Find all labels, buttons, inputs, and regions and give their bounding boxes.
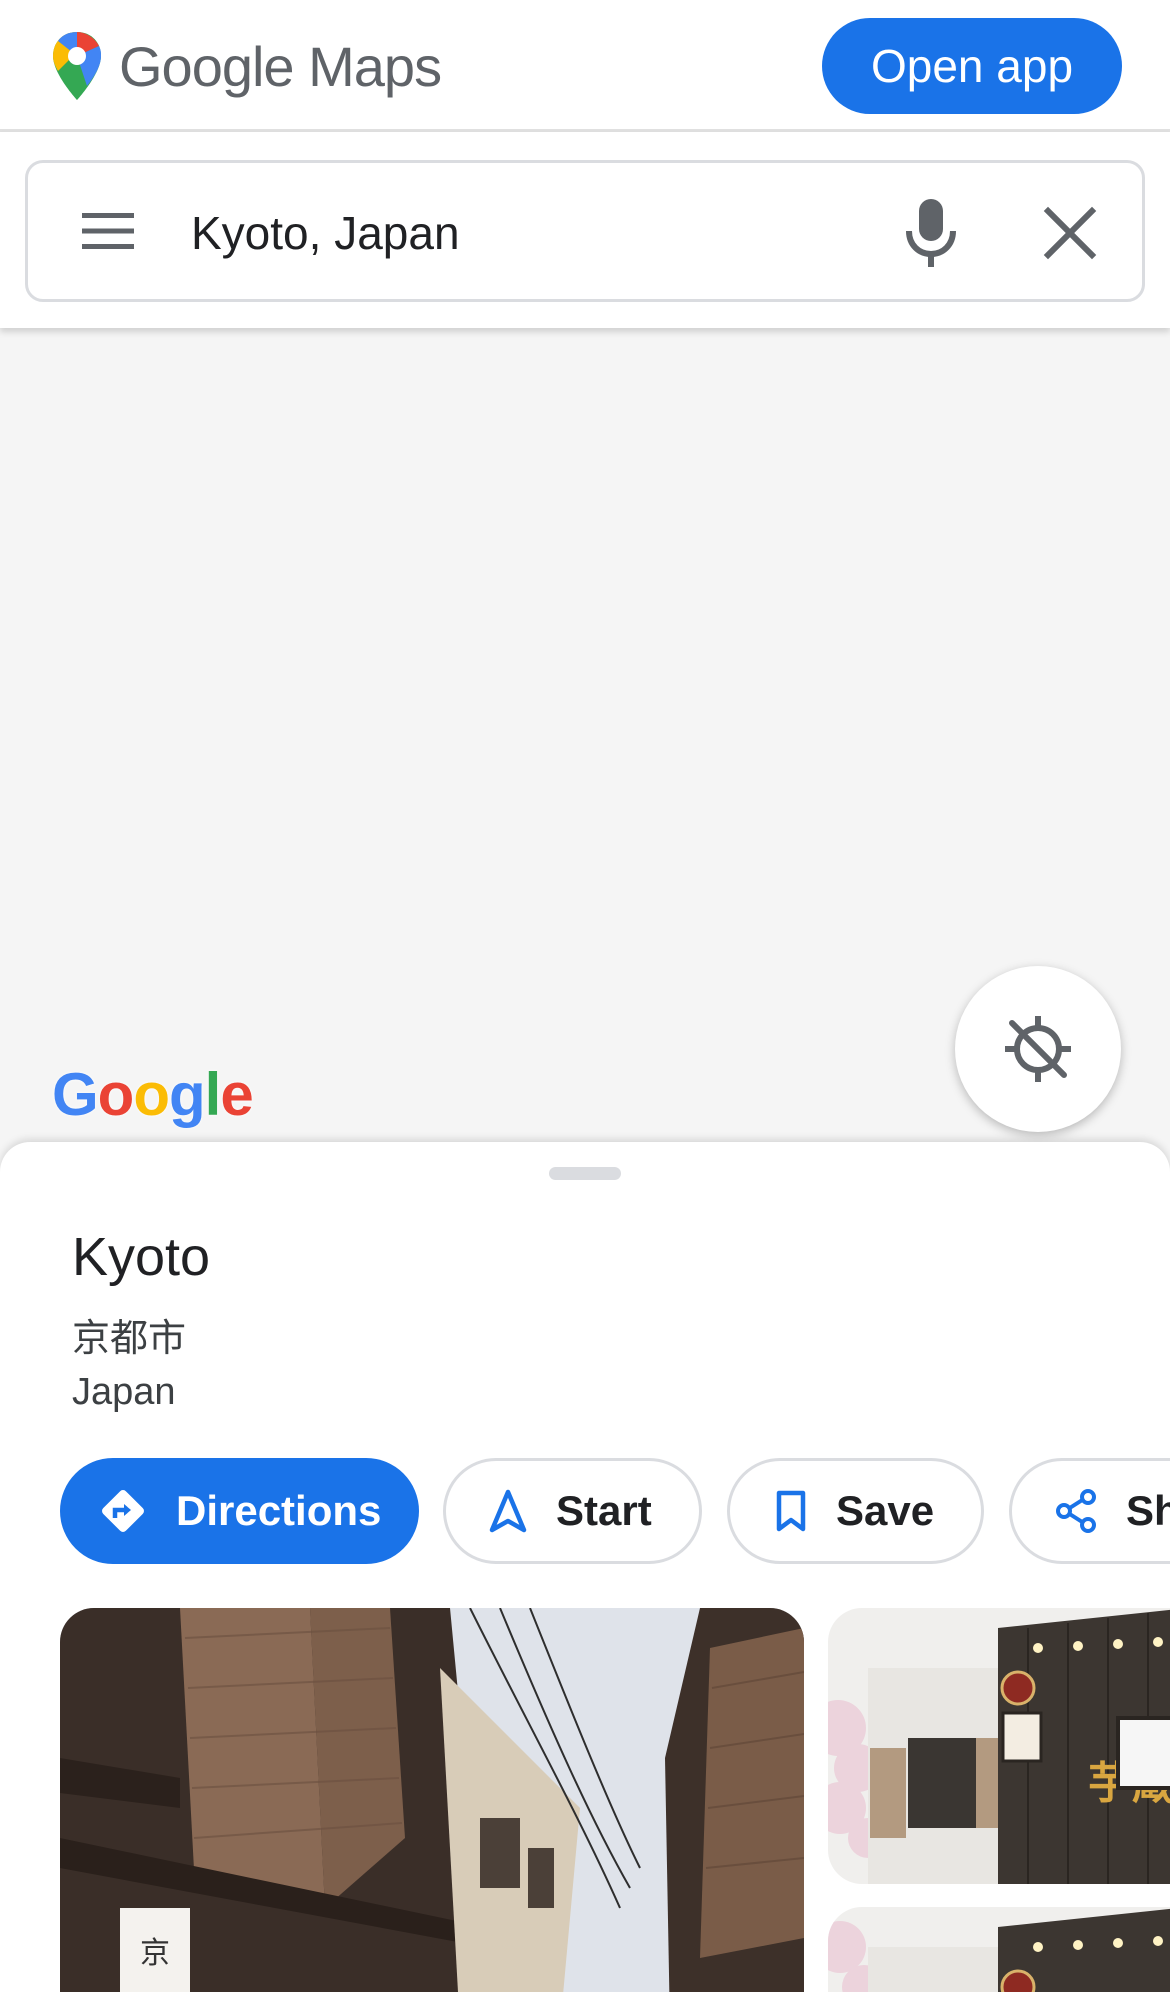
search-area	[0, 132, 1170, 328]
share-label: Share	[1126, 1487, 1170, 1534]
navigation-arrow-icon	[489, 1489, 527, 1533]
place-local-name: 京都市	[72, 1318, 187, 1360]
map-canvas[interactable]: Google	[0, 328, 1170, 1148]
brand-name: Google Maps	[119, 35, 442, 98]
place-photo-3[interactable]	[828, 1907, 1170, 1992]
directions-icon	[102, 1490, 144, 1532]
start-label: Start	[556, 1487, 652, 1534]
search-input[interactable]	[191, 193, 851, 273]
place-bottom-sheet: Kyoto 京都市 Japan Directions Start Save Sh…	[0, 1142, 1170, 1992]
my-location-button[interactable]	[955, 966, 1121, 1132]
search-box	[25, 160, 1145, 302]
place-photo-main[interactable]: 京	[60, 1608, 804, 1992]
share-button[interactable]: Share	[1009, 1458, 1170, 1564]
place-title: Kyoto	[72, 1227, 211, 1287]
open-app-button[interactable]: Open app	[822, 18, 1122, 114]
place-country: Japan	[72, 1371, 176, 1413]
restaurant-photo: 芋蔵	[828, 1608, 1170, 1884]
google-watermark: Google	[52, 1061, 254, 1128]
app-header: Google Maps Open app	[0, 0, 1170, 132]
street-photo: 京	[60, 1608, 804, 1992]
microphone-icon[interactable]	[896, 195, 966, 271]
restaurant-photo-2	[828, 1907, 1170, 1992]
save-label: Save	[836, 1487, 935, 1534]
hamburger-menu-icon[interactable]	[78, 205, 138, 257]
sheet-drag-handle[interactable]	[549, 1167, 621, 1180]
directions-label: Directions	[176, 1487, 382, 1534]
start-button[interactable]: Start	[443, 1458, 702, 1564]
share-icon	[1056, 1489, 1096, 1533]
save-button[interactable]: Save	[727, 1458, 984, 1564]
close-icon[interactable]	[1038, 201, 1102, 265]
bookmark-icon	[776, 1490, 806, 1532]
place-photo-2[interactable]: 芋蔵	[828, 1608, 1170, 1884]
sign-text-main: 京	[140, 1936, 170, 1971]
directions-button[interactable]: Directions	[60, 1458, 419, 1564]
maps-page: Google Maps Open app Google	[0, 0, 1170, 1992]
location-disabled-icon	[1005, 1016, 1071, 1082]
maps-pin-icon[interactable]	[50, 30, 104, 102]
